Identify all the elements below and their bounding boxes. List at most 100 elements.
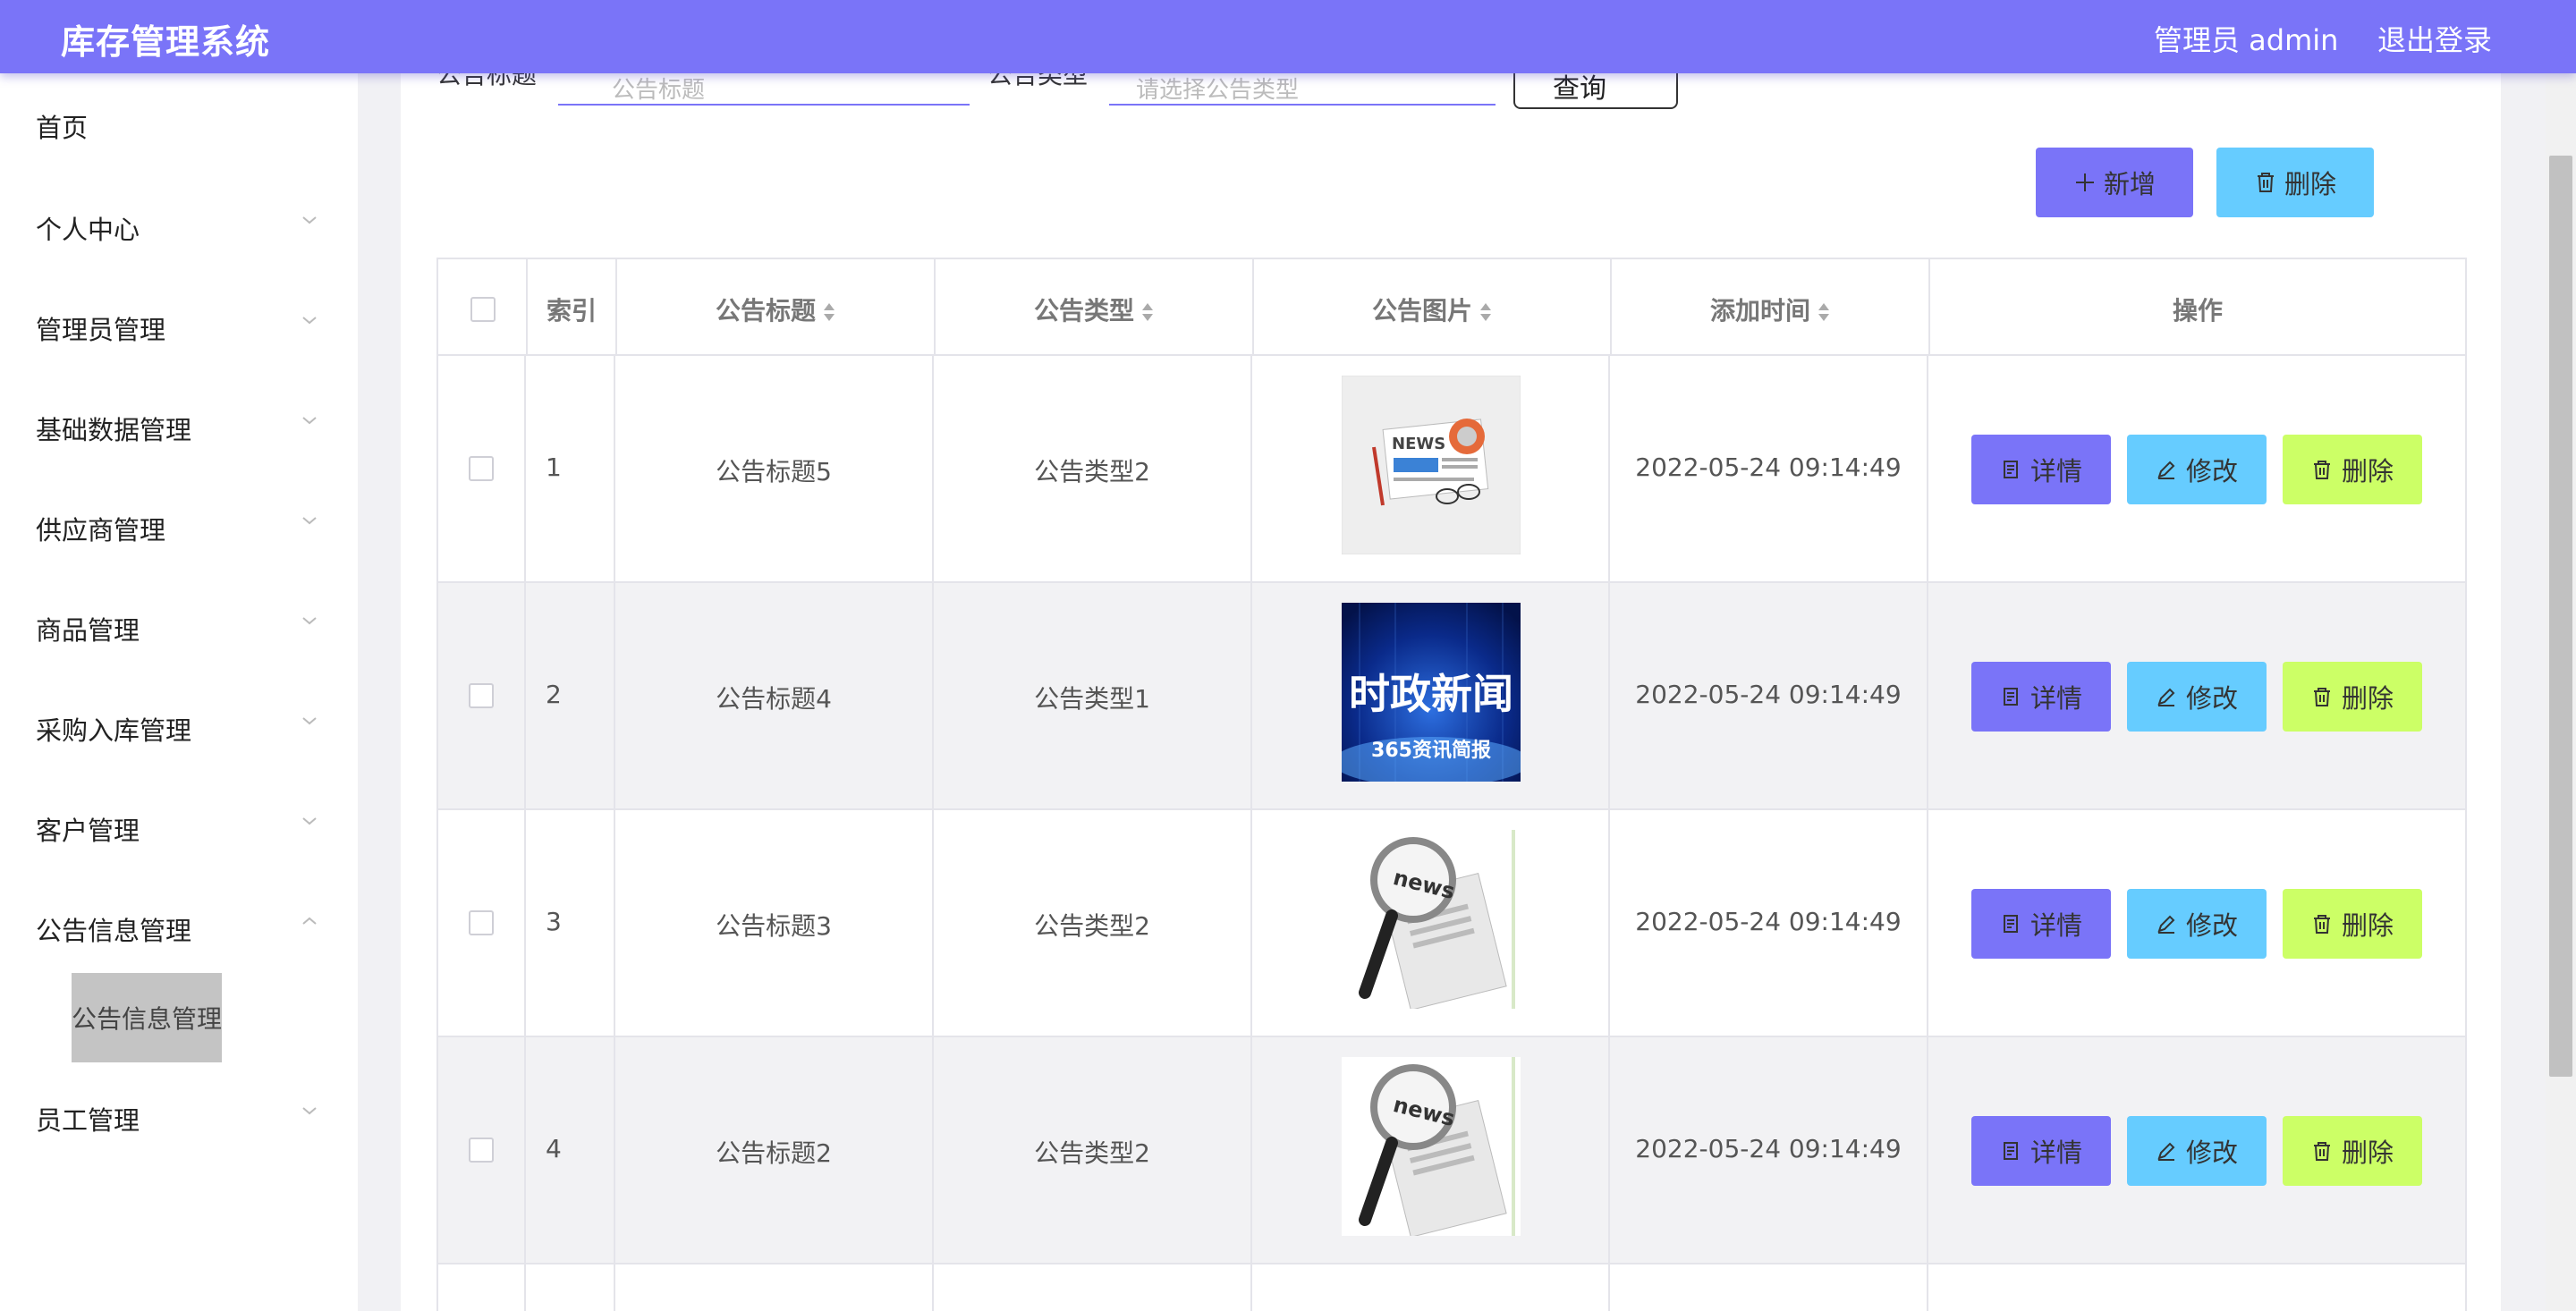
sidebar-item-purchase[interactable]: 采购入库管理 xyxy=(0,699,358,753)
row-time: 2022-05-24 09:14:49 xyxy=(1635,1134,1902,1163)
sidebar-item-label: 客户管理 xyxy=(36,816,140,846)
news-magnifier-image[interactable]: news xyxy=(1342,1057,1521,1236)
sidebar-item-home[interactable]: 首页 xyxy=(0,97,358,150)
scrollbar-thumb[interactable] xyxy=(2549,156,2572,1077)
row-select-cell xyxy=(438,810,526,1036)
detail-button[interactable]: 详情 xyxy=(1971,662,2111,732)
bulk-delete-button[interactable]: 删除 xyxy=(2216,148,2374,217)
sort-icon xyxy=(824,303,835,321)
pencil-icon xyxy=(2157,915,2175,934)
row-image-cell: 时政新闻 365资讯简报 xyxy=(1252,583,1610,808)
header-time-label: 添加时间 xyxy=(1709,296,1810,326)
row-index-cell: 4 xyxy=(526,1037,615,1263)
sidebar-item-label: 管理员管理 xyxy=(36,315,166,345)
row-checkbox[interactable] xyxy=(469,1138,494,1163)
sidebar-subitem-label: 公告信息管理 xyxy=(72,1004,223,1034)
row-title-cell: 公告标题3 xyxy=(615,810,934,1036)
pencil-icon xyxy=(2157,1142,2175,1161)
detail-button-label: 详情 xyxy=(2029,1138,2082,1168)
chevron-down-icon xyxy=(301,211,318,229)
chevron-down-icon xyxy=(301,512,318,529)
news-magnifier-image[interactable]: news xyxy=(1342,830,1521,1009)
shizheng-title: 时政新闻 xyxy=(1349,670,1513,718)
sidebar-item-supplier[interactable]: 供应商管理 xyxy=(0,499,358,553)
search-title-input[interactable]: 公告标题 xyxy=(558,72,970,106)
logout-link[interactable]: 退出登录 xyxy=(2377,18,2492,59)
sidebar-item-admin-manage[interactable]: 管理员管理 xyxy=(0,299,358,352)
row-actions-cell: 详情 修改 删除 xyxy=(1928,1037,2465,1263)
row-select-cell xyxy=(438,1264,526,1311)
add-button-label: 新增 xyxy=(2103,169,2156,199)
add-button[interactable]: 新增 xyxy=(2036,148,2193,217)
sidebar-item-basic-data[interactable]: 基础数据管理 xyxy=(0,399,358,453)
delete-button[interactable]: 删除 xyxy=(2283,435,2422,504)
row-select-cell xyxy=(438,356,526,581)
trash-icon xyxy=(2313,915,2330,934)
row-checkbox[interactable] xyxy=(469,683,494,708)
shizheng-news-image[interactable]: 时政新闻 365资讯简报 xyxy=(1342,603,1521,782)
sidebar-item-label: 商品管理 xyxy=(36,615,140,646)
header-time[interactable]: 添加时间 xyxy=(1612,259,1930,356)
chevron-down-icon xyxy=(301,411,318,429)
sidebar-item-goods[interactable]: 商品管理 xyxy=(0,599,358,653)
edit-button[interactable]: 修改 xyxy=(2127,889,2267,959)
trash-icon xyxy=(2313,1142,2330,1161)
row-actions-cell: 详情 修改 删除 xyxy=(1928,810,2465,1036)
sidebar-item-staff[interactable]: 员工管理 xyxy=(0,1089,358,1143)
query-button[interactable]: 查询 xyxy=(1513,73,1678,109)
news-word: NEWS xyxy=(1392,435,1445,453)
table-row: 2 公告标题4 公告类型1 时政新闻 365资讯简报 2022-05-24 09… xyxy=(436,583,2467,810)
row-select-cell xyxy=(438,583,526,808)
header-image[interactable]: 公告图片 xyxy=(1254,259,1612,356)
row-type-cell: 公告类型2 xyxy=(934,810,1252,1036)
header-actions: 操作 xyxy=(1930,259,2465,356)
sidebar-item-personal-center[interactable]: 个人中心 xyxy=(0,199,358,252)
delete-button[interactable]: 删除 xyxy=(2283,1116,2422,1186)
detail-button-label: 详情 xyxy=(2029,683,2082,714)
header-index-label: 索引 xyxy=(546,296,597,326)
row-type: 公告类型2 xyxy=(1034,1138,1150,1168)
edit-button[interactable]: 修改 xyxy=(2127,1116,2267,1186)
row-time: 2022-05-24 09:14:49 xyxy=(1635,453,1902,482)
document-icon xyxy=(2003,1142,2018,1160)
pencil-icon xyxy=(2157,688,2175,706)
search-type-select[interactable]: 请选择公告类型 xyxy=(1109,72,1496,106)
row-index-cell: 1 xyxy=(526,356,615,581)
edit-button[interactable]: 修改 xyxy=(2127,662,2267,732)
detail-button[interactable]: 详情 xyxy=(1971,1116,2111,1186)
row-title: 公告标题3 xyxy=(716,911,832,941)
row-index-cell xyxy=(526,1264,615,1311)
app-title: 库存管理系统 xyxy=(61,22,271,62)
header-type-label: 公告类型 xyxy=(1033,296,1134,326)
delete-button-label: 删除 xyxy=(2341,683,2394,714)
row-type-cell xyxy=(934,1264,1252,1311)
delete-button[interactable]: 删除 xyxy=(2283,889,2422,959)
delete-button[interactable]: 删除 xyxy=(2283,662,2422,732)
select-all-checkbox[interactable] xyxy=(470,297,496,322)
header-title[interactable]: 公告标题 xyxy=(617,259,936,356)
detail-button[interactable]: 详情 xyxy=(1971,889,2111,959)
chevron-down-icon xyxy=(301,311,318,329)
sidebar-item-customer[interactable]: 客户管理 xyxy=(0,799,358,853)
detail-button[interactable]: 详情 xyxy=(1971,435,2111,504)
row-time: 2022-05-24 09:14:49 xyxy=(1635,907,1902,936)
row-type-cell: 公告类型2 xyxy=(934,356,1252,581)
table-row: 3 公告标题3 公告类型2 news 2022-05-24 09:14:49 详… xyxy=(436,810,2467,1037)
header-type[interactable]: 公告类型 xyxy=(936,259,1254,356)
row-image-cell: news xyxy=(1252,1037,1610,1263)
row-title: 公告标题5 xyxy=(716,457,832,486)
row-title-cell: 公告标题2 xyxy=(615,1037,934,1263)
table-row: 1 公告标题5 公告类型2 NEWS 2022-05-24 09:14:49 详… xyxy=(436,356,2467,583)
document-icon xyxy=(2003,461,2018,478)
row-type-cell: 公告类型2 xyxy=(934,1037,1252,1263)
row-checkbox[interactable] xyxy=(469,456,494,481)
news-paper-image[interactable]: NEWS xyxy=(1342,376,1521,554)
edit-button-label: 修改 xyxy=(2185,683,2238,714)
row-checkbox[interactable] xyxy=(469,910,494,935)
sidebar-item-notice[interactable]: 公告信息管理 xyxy=(0,900,358,953)
header-image-text: 公告图片 xyxy=(1254,292,1610,327)
sidebar-subitem-notice-info[interactable]: 公告信息管理 xyxy=(72,973,222,1062)
delete-button-label: 删除 xyxy=(2341,910,2394,941)
sidebar-item-label: 首页 xyxy=(36,113,89,143)
edit-button[interactable]: 修改 xyxy=(2127,435,2267,504)
